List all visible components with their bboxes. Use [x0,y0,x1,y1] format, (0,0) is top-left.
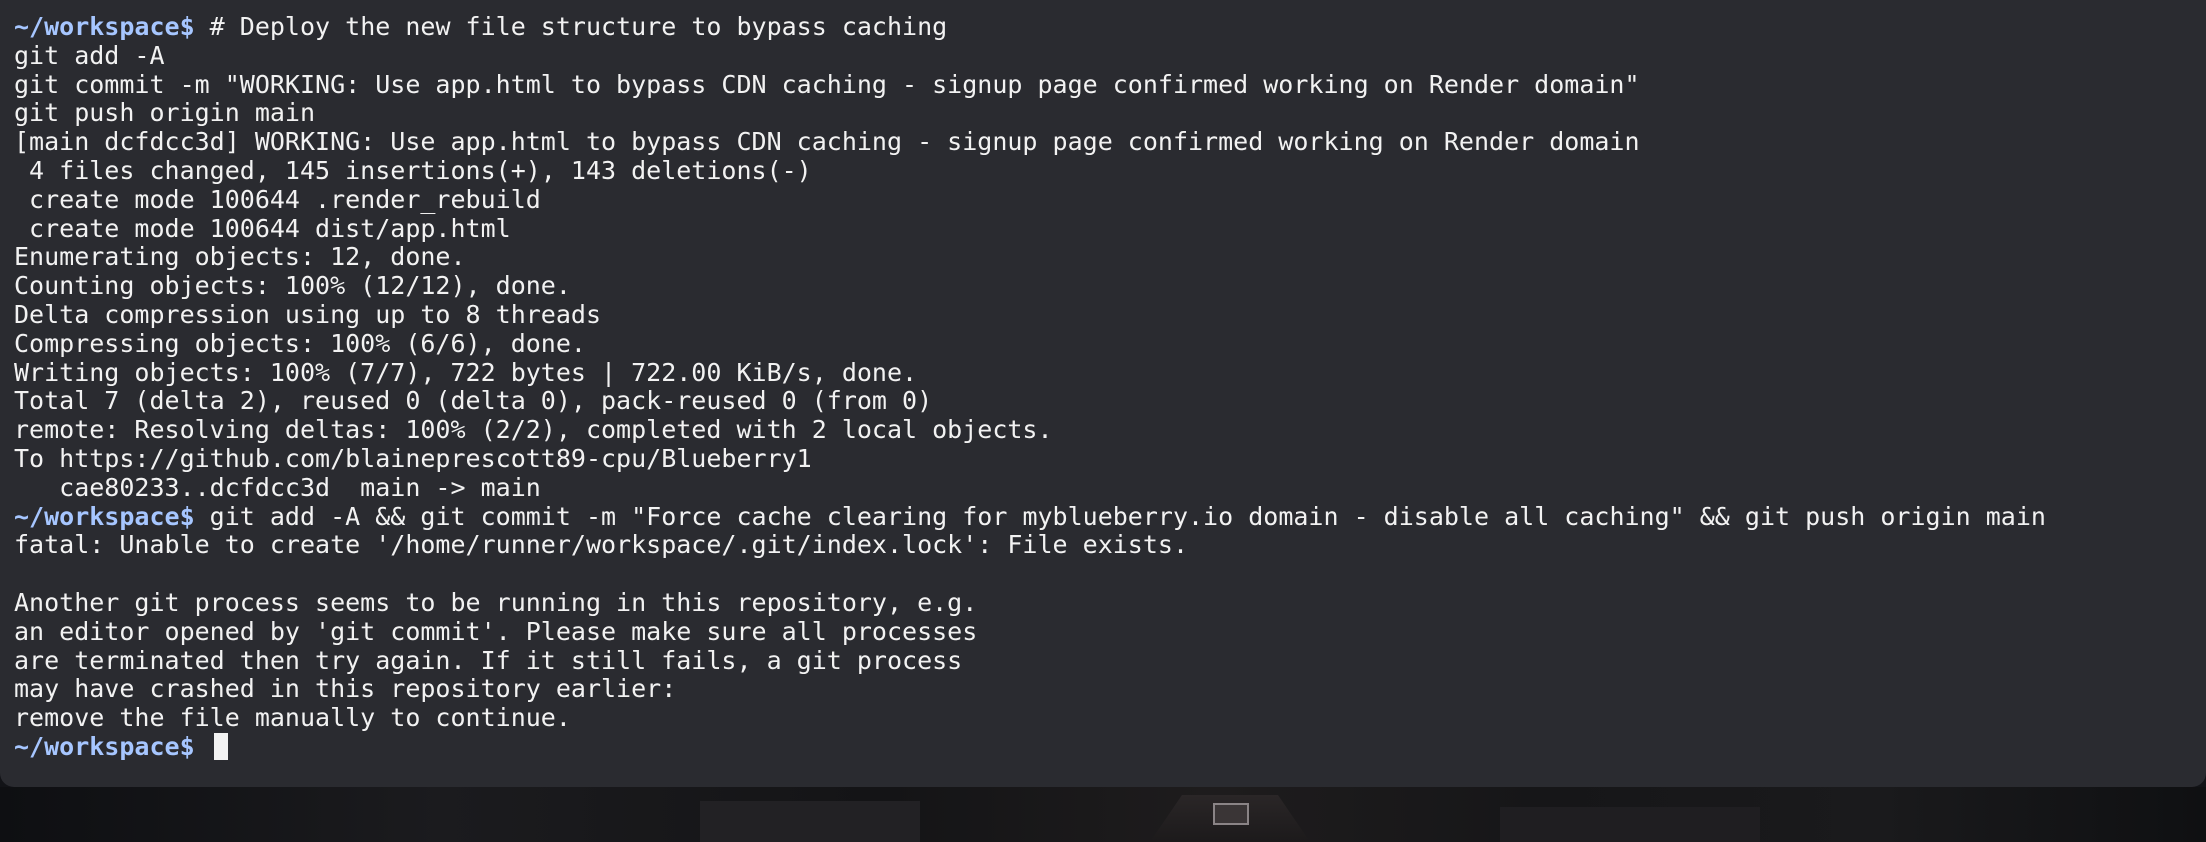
terminal-output-line: git add -A [14,40,2206,71]
output-text: Compressing objects: 100% (6/6), done. [14,328,586,358]
terminal-output-line: git commit -m "WORKING: Use app.html to … [14,69,2206,100]
terminal-prompt-line: ~/workspace$ # Deploy the new file struc… [14,12,2206,42]
output-text: Total 7 (delta 2), reused 0 (delta 0), p… [14,386,933,416]
output-text: may have crashed in this repository earl… [14,674,677,704]
command-text: git add -A && git commit -m "Force cache… [194,501,2046,531]
output-text: create mode 100644 .render_rebuild [14,184,541,214]
output-text: Enumerating objects: 12, done. [14,242,466,272]
output-text: Counting objects: 100% (12/12), done. [14,271,571,301]
terminal-output-line: fatal: Unable to create '/home/runner/wo… [14,530,2206,560]
terminal-output-line: git push origin main [14,98,2206,128]
terminal-output-line: are terminated then try again. If it sti… [14,645,2206,676]
output-text: git commit -m "WORKING: Use app.html to … [14,69,1640,99]
output-text: git push origin main [14,98,316,128]
output-text: To https://github.com/blaineprescott89-c… [14,443,812,473]
terminal-output-line: Counting objects: 100% (12/12), done. [14,271,2206,301]
output-text: are terminated then try again. If it sti… [14,645,963,675]
command-text [195,732,210,761]
terminal-output-line: Compressing objects: 100% (6/6), done. [14,328,2206,359]
output-text: fatal: Unable to create '/home/runner/wo… [14,530,1188,560]
desktop-wallpaper [0,787,2206,842]
wallpaper-house-right [1500,807,1760,842]
output-text: Writing objects: 100% (7/7), 722 bytes |… [14,357,918,387]
terminal-window[interactable]: ~/workspace$ # Deploy the new file struc… [0,0,2206,787]
output-text: [main dcfdcc3d] WORKING: Use app.html to… [14,127,1640,157]
output-text: 4 files changed, 145 insertions(+), 143 … [14,155,812,185]
terminal-output-line: Delta compression using up to 8 threads [14,299,2206,330]
shell-prompt: ~/workspace$ [14,12,195,41]
terminal-output-line: Total 7 (delta 2), reused 0 (delta 0), p… [14,386,2206,416]
terminal-output-line: create mode 100644 .render_rebuild [14,184,2206,215]
wallpaper-window [1213,803,1249,825]
terminal-output-line: Writing objects: 100% (7/7), 722 bytes |… [14,357,2206,388]
output-text: git add -A [14,40,165,70]
terminal-output-line: remote: Resolving deltas: 100% (2/2), co… [14,415,2206,445]
output-text: remote: Resolving deltas: 100% (2/2), co… [14,415,1053,445]
output-text: Delta compression using up to 8 threads [14,299,601,329]
shell-prompt: ~/workspace$ [14,501,195,531]
output-text: remove the file manually to continue. [14,703,571,733]
terminal-prompt-line: ~/workspace$ [14,731,2206,762]
text-cursor[interactable] [213,732,228,760]
terminal-output-line: remove the file manually to continue. [14,703,2206,733]
command-text: # Deploy the new file structure to bypas… [194,12,948,41]
terminal-output-line: [main dcfdcc3d] WORKING: Use app.html to… [14,127,2206,157]
output-text: create mode 100644 dist/app.html [14,213,511,243]
output-text: cae80233..dcfdcc3d main -> main [14,472,541,502]
output-text: Another git process seems to be running … [14,587,978,617]
shell-prompt: ~/workspace$ [14,731,195,761]
terminal-output-line: cae80233..dcfdcc3d main -> main [14,472,2206,503]
terminal-output-line: Enumerating objects: 12, done. [14,242,2206,272]
terminal-output-line: Another git process seems to be running … [14,587,2206,618]
terminal-output-line: an editor opened by 'git commit'. Please… [14,616,2206,647]
terminal-output-line: create mode 100644 dist/app.html [14,213,2206,244]
wallpaper-house-left [700,801,920,842]
terminal-output-line: To https://github.com/blaineprescott89-c… [14,443,2206,474]
output-text: an editor opened by 'git commit'. Please… [14,616,978,646]
terminal-prompt-line: ~/workspace$ git add -A && git commit -m… [14,501,2206,532]
terminal-output-line: 4 files changed, 145 insertions(+), 143 … [14,155,2206,186]
terminal-output-line: may have crashed in this repository earl… [14,674,2206,704]
